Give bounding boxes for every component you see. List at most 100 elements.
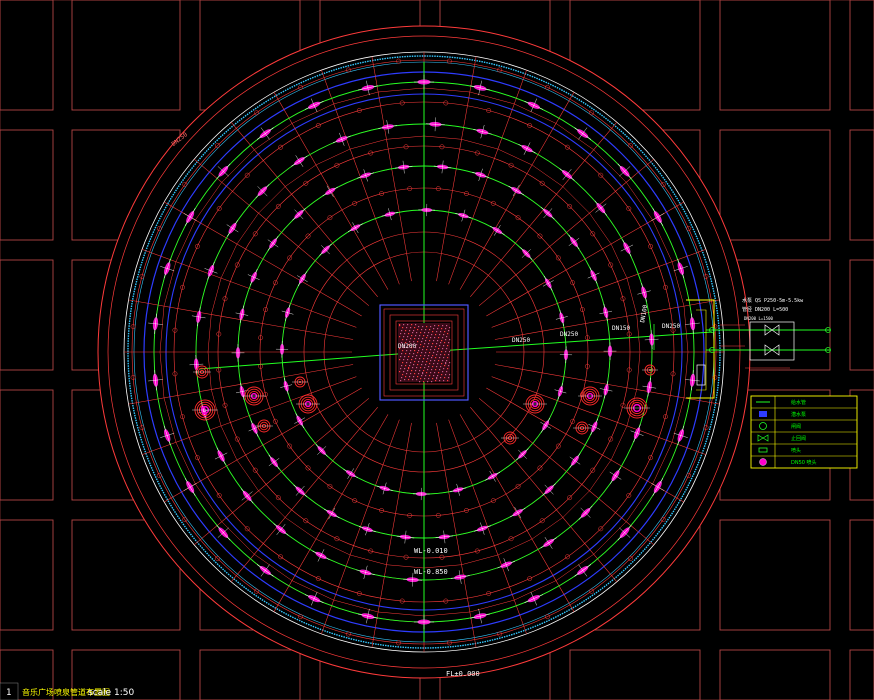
core-dot <box>418 326 420 328</box>
core-dot <box>415 370 417 372</box>
core-dot <box>417 329 419 331</box>
sheet-index: 1 <box>6 688 11 698</box>
core-dot <box>442 337 444 339</box>
core-dot <box>423 358 425 360</box>
water-level-1: WL-0.010 <box>414 547 448 555</box>
core-dot <box>417 376 419 378</box>
core-dot <box>414 338 416 340</box>
core-dot <box>423 335 425 337</box>
core-dot <box>417 352 419 354</box>
core-dot <box>430 326 432 328</box>
center-core <box>398 323 450 382</box>
core-dot <box>419 381 421 383</box>
core-dot <box>410 338 412 340</box>
core-dot <box>446 371 448 373</box>
core-dot <box>433 352 435 354</box>
core-dot <box>406 350 408 352</box>
core-dot <box>438 337 440 339</box>
core-dot <box>425 364 427 366</box>
core-dot <box>412 356 414 358</box>
core-dot <box>402 339 404 341</box>
core-dot <box>405 330 407 332</box>
core-dot <box>439 334 441 336</box>
core-dot <box>414 361 416 363</box>
core-dot <box>448 365 450 367</box>
core-dot <box>421 341 423 343</box>
core-dot <box>447 368 449 370</box>
core-dot <box>417 364 419 366</box>
core-dot <box>404 356 406 358</box>
core-dot <box>428 366 430 368</box>
core-dot <box>415 324 417 326</box>
core-dot <box>446 360 448 362</box>
core-dot <box>423 381 425 383</box>
core-dot <box>403 336 405 338</box>
core-dot <box>427 381 429 383</box>
core-dot <box>430 349 432 351</box>
core-dot <box>442 325 444 327</box>
core-dot <box>442 360 444 362</box>
core-dot <box>431 334 433 336</box>
core-dot <box>445 363 447 365</box>
water-level-2: WL-0.850 <box>414 568 448 576</box>
core-dot <box>447 357 449 359</box>
core-dot <box>402 350 404 352</box>
core-dot <box>446 336 448 338</box>
core-dot <box>425 375 427 377</box>
core-dot <box>421 364 423 366</box>
core-dot <box>400 333 402 335</box>
core-dot <box>430 372 432 374</box>
core-dot <box>405 353 407 355</box>
core-dot <box>420 344 422 346</box>
core-dot <box>436 354 438 356</box>
core-dot <box>426 361 428 363</box>
core-dot <box>425 352 427 354</box>
core-dot <box>410 350 412 352</box>
core-dot <box>436 343 438 345</box>
core-dot <box>421 352 423 354</box>
core-dot <box>427 335 429 337</box>
core-dot <box>444 377 446 379</box>
core-dot <box>423 346 425 348</box>
core-dot <box>416 344 418 346</box>
cad-drawing-canvas[interactable]: DN200 DN250 DN250 DN150 DN250 DN100 WL-0… <box>0 0 874 700</box>
core-dot <box>419 370 421 372</box>
core-dot <box>413 364 415 366</box>
core-dot <box>437 351 439 353</box>
pipe-label-dn250-a: DN250 <box>512 337 530 344</box>
core-dot <box>399 359 401 361</box>
core-dot <box>412 367 414 369</box>
core-dot <box>428 378 430 380</box>
core-dot <box>441 351 443 353</box>
core-dot <box>408 368 410 370</box>
core-dot <box>431 369 433 371</box>
core-dot <box>439 369 441 371</box>
core-dot <box>437 363 439 365</box>
core-dot <box>409 353 411 355</box>
core-dot <box>433 363 435 365</box>
core-dot <box>449 362 451 364</box>
core-dot <box>412 379 414 381</box>
core-dot <box>426 349 428 351</box>
core-dot <box>449 327 451 329</box>
core-dot <box>440 354 442 356</box>
core-dot <box>417 341 419 343</box>
core-dot <box>414 350 416 352</box>
core-dot <box>428 332 430 334</box>
core-dot <box>434 349 436 351</box>
core-dot <box>411 370 413 372</box>
core-dot <box>429 329 431 331</box>
core-dot <box>413 330 415 332</box>
core-dot <box>416 355 418 357</box>
core-dot <box>432 343 434 345</box>
core-dot <box>439 380 441 382</box>
core-dot <box>434 360 436 362</box>
core-dot <box>433 340 435 342</box>
pump-note-1: 水泵 QS P250-5m-5.5kw <box>742 297 804 304</box>
core-dot <box>438 348 440 350</box>
core-dot <box>414 373 416 375</box>
core-dot <box>432 355 434 357</box>
core-dot <box>440 331 442 333</box>
core-dot <box>413 353 415 355</box>
core-dot <box>400 356 402 358</box>
